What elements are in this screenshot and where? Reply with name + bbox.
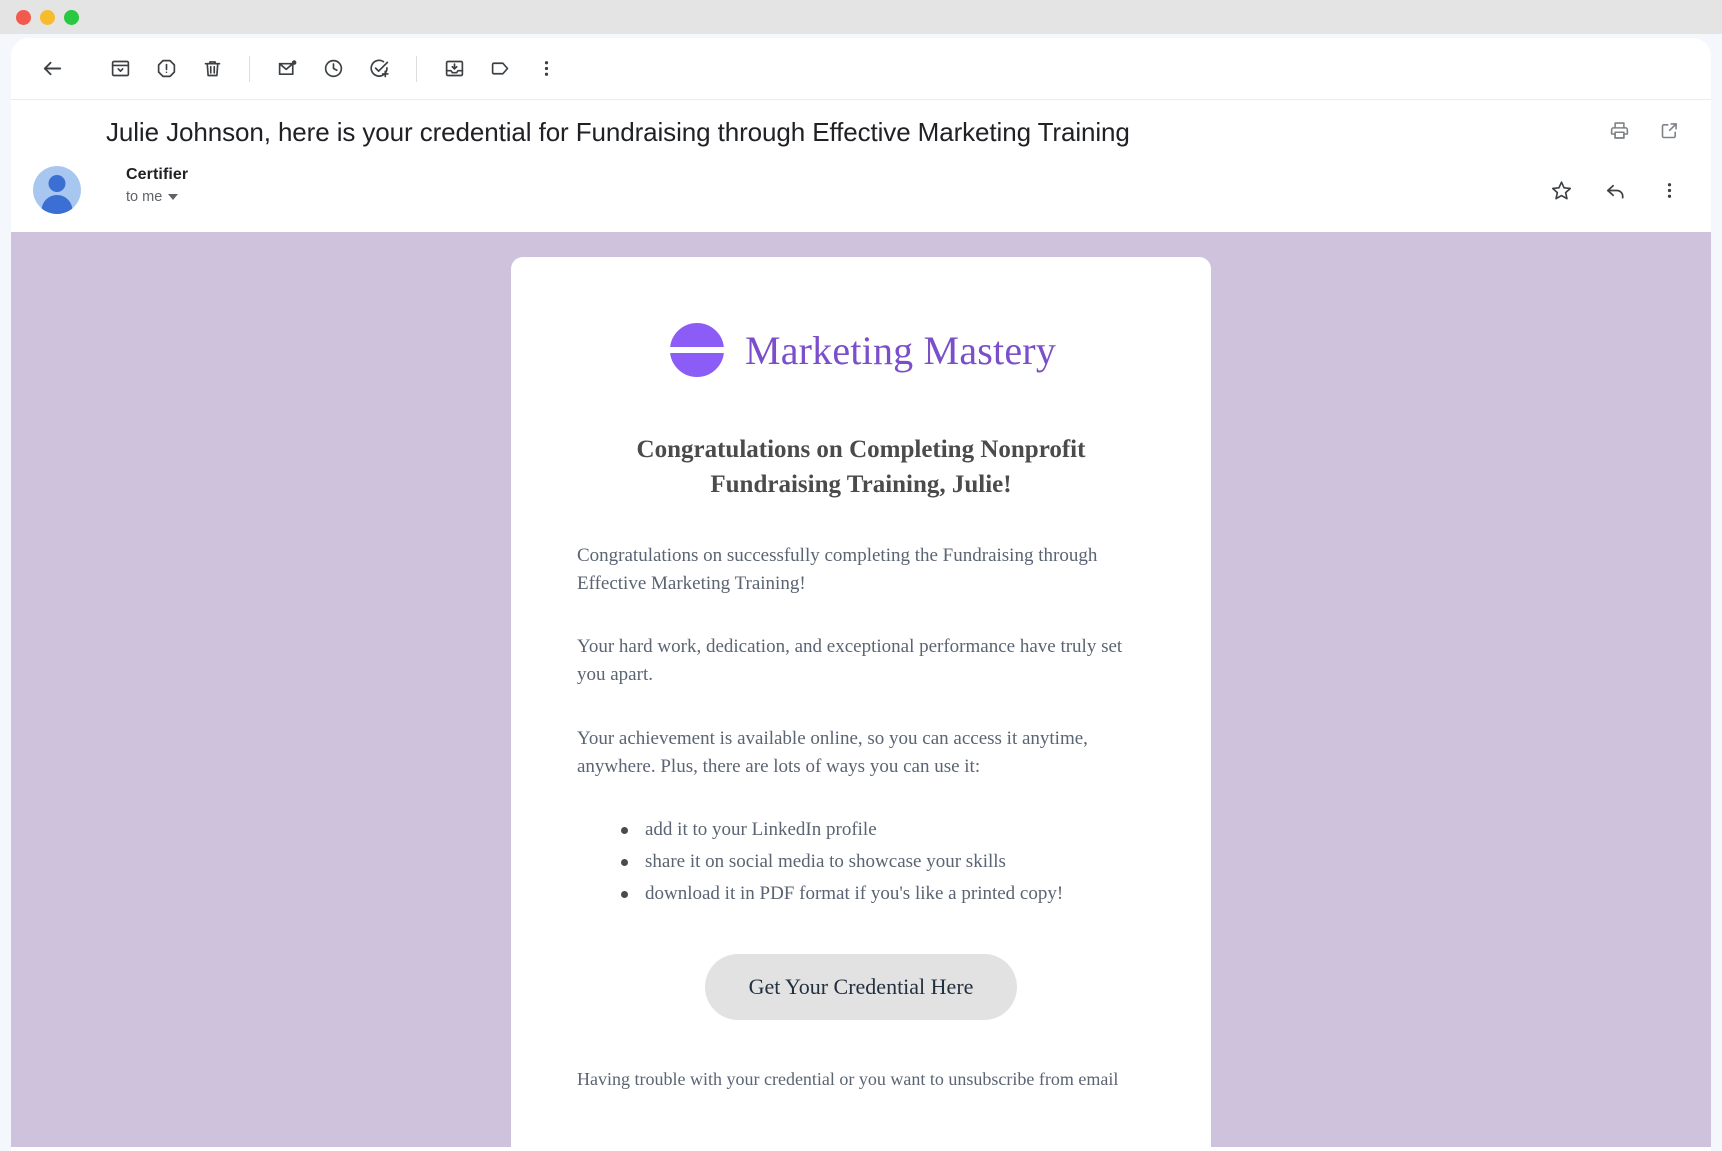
email-body-canvas: Marketing Mastery Congratulations on Com…: [11, 232, 1711, 1147]
close-button[interactable]: [16, 9, 31, 25]
star-button[interactable]: [1541, 172, 1581, 212]
avatar-head: [48, 175, 66, 192]
sender-row: Certifier to me: [11, 164, 1711, 232]
labels-button[interactable]: [477, 46, 523, 92]
more-vertical-icon: [536, 58, 557, 79]
add-task-icon: [369, 58, 390, 79]
email-paragraph-1: Congratulations on successfully completi…: [577, 545, 1098, 594]
reply-button[interactable]: [1595, 172, 1635, 212]
message-more-button[interactable]: [1649, 172, 1689, 212]
avatar-body: [41, 195, 73, 214]
cta-container: Get Your Credential Here: [577, 953, 1145, 1020]
add-to-tasks-button[interactable]: [356, 46, 402, 92]
mail-panel: Julie Johnson, here is your credential f…: [11, 38, 1711, 1151]
chevron-down-icon: [168, 194, 179, 200]
email-paragraph-3: Your achievement is available online, so…: [577, 727, 1088, 777]
toolbar-divider: [249, 55, 250, 82]
subject-actions: [1599, 112, 1689, 152]
archive-button[interactable]: [97, 46, 143, 92]
list-item: add it to your LinkedIn profile: [621, 816, 1145, 844]
minimize-button[interactable]: [40, 9, 55, 25]
email-benefits-list: add it to your LinkedIn profile share it…: [577, 816, 1145, 907]
move-to-inbox-icon: [444, 58, 465, 79]
recipient-details-toggle[interactable]: to me: [126, 189, 188, 205]
brand-lockup: Marketing Mastery: [577, 319, 1145, 381]
maximize-button[interactable]: [64, 9, 79, 25]
subject-row: Julie Johnson, here is your credential f…: [11, 100, 1711, 164]
email-heading: Congratulations on Completing Nonprofit …: [636, 436, 1086, 498]
printer-icon: [1609, 120, 1630, 144]
archive-icon: [110, 58, 131, 79]
sender-info: Certifier to me: [126, 166, 188, 205]
email-card: Marketing Mastery Congratulations on Com…: [511, 257, 1211, 1147]
window-titlebar: [0, 0, 1722, 34]
email-footer-note: Having trouble with your credential or y…: [577, 1068, 1119, 1089]
page-title: Julie Johnson, here is your credential f…: [106, 116, 1130, 147]
message-toolbar: [11, 38, 1711, 100]
brand-name: Marketing Mastery: [744, 327, 1057, 373]
trash-icon: [202, 58, 223, 79]
message-actions: [1541, 172, 1689, 212]
app-window: Julie Johnson, here is your credential f…: [0, 0, 1722, 1151]
list-item: download it in PDF format if you's like …: [621, 880, 1145, 908]
list-item: share it on social media to showcase you…: [621, 848, 1145, 876]
email-paragraph-2: Your hard work, dedication, and exceptio…: [577, 636, 1123, 686]
more-vertical-icon: [1659, 180, 1680, 204]
star-outline-icon: [1550, 179, 1573, 205]
report-spam-icon: [156, 58, 177, 79]
mark-unread-icon: [277, 58, 298, 79]
print-button[interactable]: [1599, 112, 1639, 152]
avatar[interactable]: [33, 166, 81, 214]
open-in-new-window-button[interactable]: [1649, 112, 1689, 152]
report-spam-button[interactable]: [143, 46, 189, 92]
snooze-button[interactable]: [310, 46, 356, 92]
recipient-label: to me: [126, 189, 163, 205]
sender-name: Certifier: [126, 166, 189, 183]
back-to-inbox-button[interactable]: [29, 46, 75, 92]
purple-circle-logo-icon: [665, 319, 728, 381]
arrow-back-icon: [41, 57, 64, 80]
reply-icon: [1604, 179, 1627, 205]
get-credential-button[interactable]: Get Your Credential Here: [704, 953, 1018, 1020]
label-icon: [490, 58, 511, 79]
more-options-button[interactable]: [523, 46, 569, 92]
open-in-new-icon: [1659, 120, 1680, 144]
clock-icon: [323, 58, 344, 79]
delete-button[interactable]: [189, 46, 235, 92]
toolbar-divider: [416, 55, 417, 82]
mark-unread-button[interactable]: [264, 46, 310, 92]
move-to-button[interactable]: [431, 46, 477, 92]
